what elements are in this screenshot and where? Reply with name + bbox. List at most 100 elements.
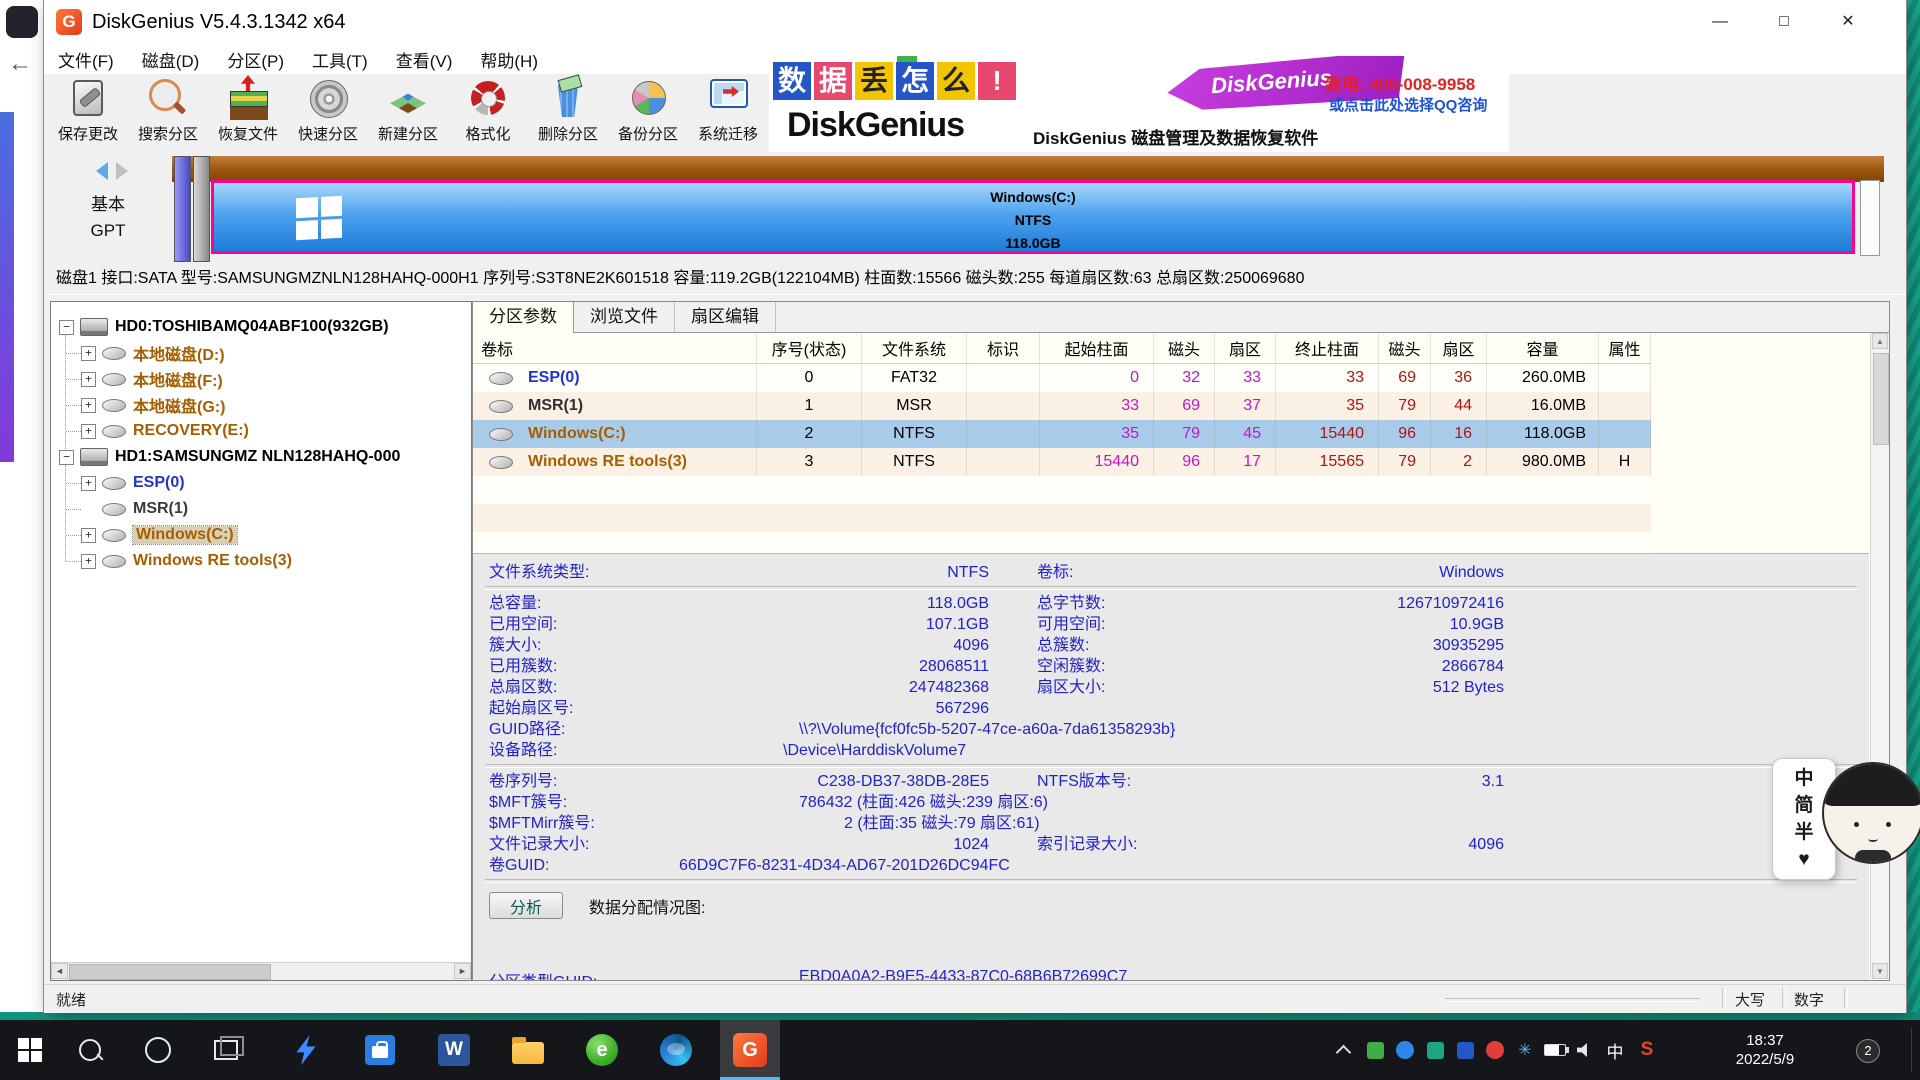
tray-qq-button[interactable] bbox=[1450, 1020, 1480, 1080]
tab-浏览文件[interactable]: 浏览文件 bbox=[574, 302, 675, 332]
cortana-button[interactable] bbox=[128, 1020, 188, 1080]
toolbar-button-recover-files[interactable]: 恢复文件 bbox=[208, 74, 288, 150]
sidebar-item-本地磁盘(G:)[interactable]: +本地磁盘(G:) bbox=[51, 392, 471, 418]
windows-c-partition-block[interactable]: Windows(C:) NTFS 118.0GB bbox=[211, 180, 1855, 254]
column-header-4[interactable]: 起始柱面 bbox=[1040, 333, 1154, 363]
menu-item-文件(F)[interactable]: 文件(F) bbox=[44, 47, 128, 72]
esp-partition-block[interactable] bbox=[174, 156, 191, 262]
tree-expander-minus-icon[interactable]: − bbox=[59, 320, 74, 335]
table-row-ESP(0)[interactable]: ESP(0)0FAT3203233336936260.0MB bbox=[473, 364, 1651, 392]
start-button[interactable] bbox=[0, 1020, 60, 1080]
sidebar-item-本地磁盘(F:)[interactable]: +本地磁盘(F:) bbox=[51, 366, 471, 392]
toolbar-button-system-migration[interactable]: 系统迁移 bbox=[688, 74, 768, 150]
ime-item-♥[interactable]: ♥ bbox=[1798, 849, 1809, 871]
input-language-indicator[interactable]: 中 bbox=[1600, 1020, 1630, 1080]
cartoon-avatar[interactable] bbox=[1822, 762, 1920, 864]
toolbar-button-new-partition[interactable]: 新建分区 bbox=[368, 74, 448, 150]
table-row-MSR(1)[interactable]: MSR(1)1MSR33693735794416.0MB bbox=[473, 392, 1651, 420]
ime-item-半[interactable]: 半 bbox=[1794, 822, 1813, 844]
scroll-down-arrow-icon[interactable]: ▼ bbox=[1872, 963, 1888, 979]
menu-item-分区(P)[interactable]: 分区(P) bbox=[213, 47, 298, 72]
column-header-2[interactable]: 文件系统 bbox=[862, 333, 967, 363]
tray-expand-button[interactable] bbox=[1328, 1020, 1358, 1080]
taskbar-store-button[interactable] bbox=[350, 1020, 410, 1080]
menu-item-查看(V)[interactable]: 查看(V) bbox=[382, 47, 467, 72]
column-header-0[interactable]: 卷标 bbox=[473, 333, 757, 363]
msr-partition-block[interactable] bbox=[193, 156, 210, 262]
taskbar-file-explorer-button[interactable] bbox=[498, 1020, 558, 1080]
table-row-Windows RE tools(3)[interactable]: Windows RE tools(3)3NTFS1544096171556579… bbox=[473, 448, 1651, 476]
taskbar-word-button[interactable]: W bbox=[424, 1020, 484, 1080]
sidebar-item-Windows RE tools(3)[interactable]: +Windows RE tools(3) bbox=[51, 548, 471, 574]
sidebar-item-HD1:SAMSUNGMZ NLN128HAHQ-000[interactable]: −HD1:SAMSUNGMZ NLN128HAHQ-000 bbox=[51, 444, 471, 470]
tab-扇区编辑[interactable]: 扇区编辑 bbox=[675, 302, 776, 332]
background-window[interactable]: ← bbox=[0, 0, 44, 1012]
sidebar-item-本地磁盘(D:)[interactable]: +本地磁盘(D:) bbox=[51, 340, 471, 366]
banner-qq-link[interactable]: 或点击此处选择QQ咨询 bbox=[1329, 94, 1487, 115]
taskbar-clock[interactable]: 18:37 2022/5/9 bbox=[1690, 1020, 1840, 1080]
menu-item-帮助(H)[interactable]: 帮助(H) bbox=[466, 47, 552, 72]
tray-red-circle-button[interactable] bbox=[1480, 1020, 1510, 1080]
column-header-7[interactable]: 终止柱面 bbox=[1276, 333, 1379, 363]
show-desktop-divider[interactable] bbox=[1911, 1028, 1912, 1072]
tree-horizontal-scrollbar[interactable]: ◄ ► bbox=[51, 962, 471, 980]
back-arrow-icon[interactable]: ← bbox=[8, 50, 32, 78]
panel-vertical-scrollbar[interactable]: ▲ ▼ bbox=[1870, 333, 1889, 979]
tray-blue-circle-button[interactable] bbox=[1390, 1020, 1420, 1080]
tree-expander-plus-icon[interactable]: + bbox=[81, 554, 96, 569]
column-header-10[interactable]: 容量 bbox=[1487, 333, 1599, 363]
titlebar[interactable]: G DiskGenius V5.4.3.1342 x64 — □ ✕ bbox=[44, 0, 1906, 44]
toolbar-button-backup-partition[interactable]: 备份分区 bbox=[608, 74, 688, 150]
taskbar-lightning-app-button[interactable] bbox=[276, 1020, 336, 1080]
tree-expander-plus-icon[interactable]: + bbox=[81, 346, 96, 361]
tray-teal-square-button[interactable] bbox=[1420, 1020, 1450, 1080]
tray-volume-button[interactable] bbox=[1570, 1020, 1600, 1080]
notification-badge[interactable]: 2 bbox=[1856, 1039, 1880, 1063]
taskbar-diskgenius-button[interactable]: G bbox=[720, 1020, 780, 1080]
next-disk-arrow-icon[interactable] bbox=[116, 162, 128, 180]
menu-item-工具(T)[interactable]: 工具(T) bbox=[298, 47, 382, 72]
toolbar-button-save-changes[interactable]: 保存更改 bbox=[48, 74, 128, 150]
sidebar-item-Windows(C:)[interactable]: +Windows(C:) bbox=[51, 522, 471, 548]
analyze-button[interactable]: 分析 bbox=[489, 892, 563, 919]
tray-snowflake-button[interactable]: ✳ bbox=[1510, 1020, 1540, 1080]
sidebar-item-MSR(1)[interactable]: MSR(1) bbox=[51, 496, 471, 522]
column-header-1[interactable]: 序号(状态) bbox=[757, 333, 862, 363]
column-header-6[interactable]: 扇区 bbox=[1215, 333, 1276, 363]
menu-item-磁盘(D)[interactable]: 磁盘(D) bbox=[128, 47, 214, 72]
tree-expander-plus-icon[interactable]: + bbox=[81, 424, 96, 439]
tree-expander-plus-icon[interactable]: + bbox=[81, 476, 96, 491]
sidebar-item-HD0:TOSHIBAMQ04ABF100(932GB)[interactable]: −HD0:TOSHIBAMQ04ABF100(932GB) bbox=[51, 314, 471, 340]
column-header-5[interactable]: 磁头 bbox=[1154, 333, 1215, 363]
prev-disk-arrow-icon[interactable] bbox=[96, 162, 108, 180]
scrollbar-thumb[interactable] bbox=[1873, 353, 1889, 445]
re-tools-partition-block[interactable] bbox=[1860, 180, 1880, 256]
disk-capacity-strip[interactable] bbox=[172, 156, 1884, 182]
taskbar-search-button[interactable] bbox=[60, 1020, 120, 1080]
column-header-11[interactable]: 属性 bbox=[1599, 333, 1651, 363]
ad-banner[interactable]: 数据丢怎么! DiskGenius DiskGenius 致电: 400-008… bbox=[769, 56, 1509, 152]
tree-expander-plus-icon[interactable]: + bbox=[81, 372, 96, 387]
scroll-left-arrow-icon[interactable]: ◄ bbox=[51, 963, 68, 979]
minimize-button[interactable]: — bbox=[1688, 0, 1752, 44]
column-header-8[interactable]: 磁头 bbox=[1379, 333, 1431, 363]
scroll-right-arrow-icon[interactable]: ► bbox=[454, 963, 471, 979]
tab-分区参数[interactable]: 分区参数 bbox=[473, 302, 574, 333]
background-app-icon[interactable] bbox=[6, 6, 38, 38]
ime-item-简[interactable]: 简 bbox=[1794, 795, 1813, 817]
tree-expander-plus-icon[interactable]: + bbox=[81, 528, 96, 543]
column-header-9[interactable]: 扇区 bbox=[1431, 333, 1487, 363]
toolbar-button-quick-partition[interactable]: 快速分区 bbox=[288, 74, 368, 150]
toolbar-button-format[interactable]: 格式化 bbox=[448, 74, 528, 150]
scrollbar-thumb[interactable] bbox=[69, 964, 271, 980]
toolbar-button-delete-partition[interactable]: 删除分区 bbox=[528, 74, 608, 150]
column-header-3[interactable]: 标识 bbox=[967, 333, 1040, 363]
taskbar-browser-e-button[interactable]: e bbox=[572, 1020, 632, 1080]
toolbar-button-search-partition[interactable]: 搜索分区 bbox=[128, 74, 208, 150]
tray-battery-button[interactable] bbox=[1540, 1020, 1570, 1080]
tree-expander-minus-icon[interactable]: − bbox=[59, 450, 74, 465]
table-row-Windows(C:)[interactable]: Windows(C:)2NTFS357945154409616118.0GB bbox=[473, 420, 1651, 448]
tray-shield-button[interactable] bbox=[1360, 1020, 1390, 1080]
sidebar-item-RECOVERY(E:)[interactable]: +RECOVERY(E:) bbox=[51, 418, 471, 444]
close-button[interactable]: ✕ bbox=[1816, 0, 1880, 44]
